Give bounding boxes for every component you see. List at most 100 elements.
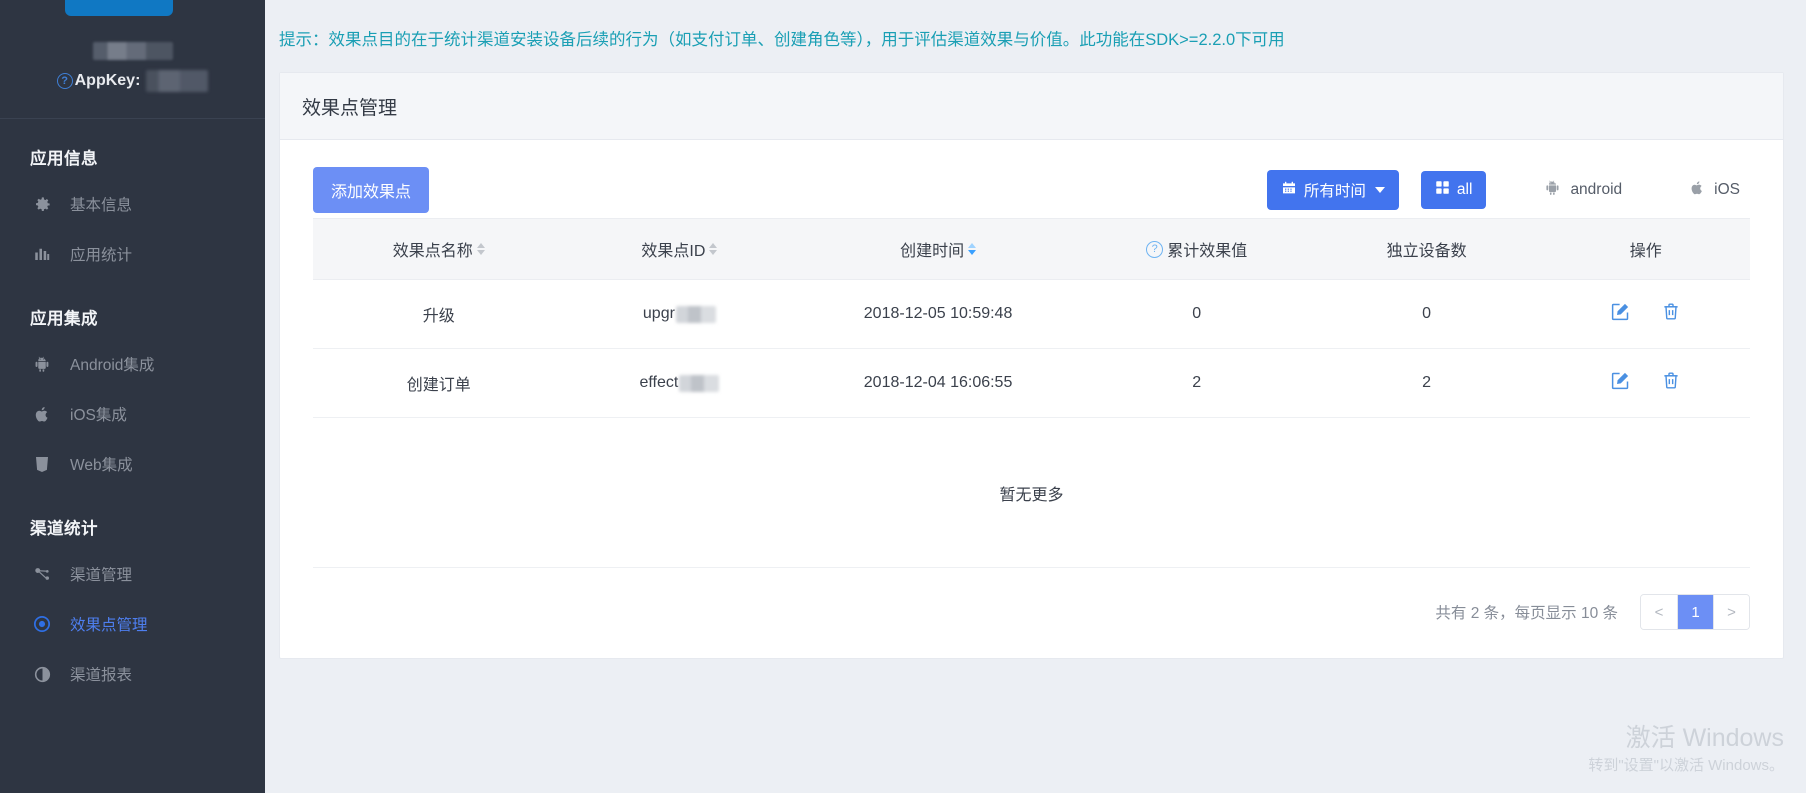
column-label: 效果点名称 [392,243,473,260]
sidebar-item-effect-point-management[interactable]: 效果点管理 [0,599,265,649]
cell-created: 2018-12-04 16:06:55 [794,348,1082,418]
column-header-id[interactable]: 效果点ID [564,218,795,280]
delete-icon[interactable] [1661,370,1681,391]
cell-id-redacted [675,305,716,323]
nav-group-title-app-info: 应用信息 [30,150,98,168]
column-label: 操作 [1629,243,1662,260]
apple-icon [1690,179,1705,202]
app-name-redacted [92,42,173,60]
contrast-icon [32,664,52,684]
column-header-effect-value: ? 累计效果值 [1081,218,1312,280]
effect-point-table: 效果点名称 效果点ID 创建时间 ? 累计效果值 独立设备数 操作 升级 upg… [313,218,1750,418]
sidebar-item-label: iOS集成 [70,407,127,424]
edit-icon[interactable] [1610,370,1631,391]
no-more-data-text: 暂无更多 [313,418,1750,568]
calendar-icon [1281,180,1297,201]
sidebar-item-label: Web集成 [70,457,133,474]
column-label: 创建时间 [900,243,965,260]
ios-platform-button[interactable]: iOS [1680,170,1750,211]
table-header-row: 效果点名称 效果点ID 创建时间 ? 累计效果值 独立设备数 操作 [313,218,1750,280]
card-body: 添加效果点 所有时间 all android iOS 效果点名称 效果点ID 创… [280,140,1783,658]
chevron-down-icon [1374,187,1385,193]
column-label: 累计效果值 [1167,243,1248,260]
cell-id: upgr [564,279,795,349]
app-meta-block: ? AppKey: [0,0,265,119]
table-row: 创建订单 effect 2018-12-04 16:06:55 2 2 [313,348,1750,418]
pagination: 共有 2 条，每页显示 10 条 < 1 > [313,568,1750,658]
android-platform-button[interactable]: android [1534,170,1632,210]
app-root: ? AppKey: 应用信息 基本信息 应用统计 应用集成 Android集成 [0,0,1806,793]
cell-id-prefix: effect [639,374,679,391]
help-circle-icon[interactable]: ? [1146,240,1164,258]
sidebar-item-label: 应用统计 [70,247,133,264]
cell-effect-value: 2 [1081,348,1312,418]
android-icon [32,354,52,374]
pagination-page-1[interactable]: 1 [1677,595,1713,629]
gear-icon [32,194,52,214]
column-label: 效果点ID [641,243,706,260]
delete-icon[interactable] [1661,301,1681,322]
toolbar-right-group: 所有时间 all android iOS [1266,170,1750,211]
card-title: 效果点管理 [280,73,1783,140]
html5-icon [32,454,52,474]
time-range-filter-button[interactable]: 所有时间 [1266,170,1399,210]
cell-unique-devices: 2 [1311,348,1542,418]
sort-toggle-icon[interactable] [968,243,977,255]
column-header-created[interactable]: 创建时间 [794,218,1082,280]
main-content: 提示：效果点目的在于统计渠道安装设备后续的行为（如支付订单、创建角色等），用于评… [265,0,1806,793]
all-platform-label: all [1456,181,1473,198]
ios-platform-label: iOS [1714,181,1740,198]
bar-chart-icon [32,244,52,264]
pagination-next-button[interactable]: > [1713,595,1749,629]
sidebar-item-web-integration[interactable]: Web集成 [0,439,265,489]
cell-actions [1541,279,1750,349]
cell-id-prefix: upgr [642,305,675,322]
cell-effect-value: 0 [1081,279,1312,349]
sidebar-item-basic-info[interactable]: 基本信息 [0,179,265,229]
help-circle-icon[interactable]: ? [56,73,73,89]
cell-id-redacted [679,374,720,392]
sort-toggle-icon[interactable] [709,243,718,255]
sidebar-item-app-stats[interactable]: 应用统计 [0,229,265,279]
column-label: 独立设备数 [1386,243,1467,260]
sidebar-item-channel-management[interactable]: 渠道管理 [0,549,265,599]
cell-actions [1541,348,1750,418]
cell-unique-devices: 0 [1311,279,1542,349]
nav-group-title-app-integration: 应用集成 [30,310,98,328]
android-platform-label: android [1570,181,1623,198]
sidebar-item-channel-report[interactable]: 渠道报表 [0,649,265,699]
pagination-summary: 共有 2 条，每页显示 10 条 [1435,605,1618,622]
channel-icon [32,564,52,584]
sidebar-item-label: 渠道报表 [70,667,133,684]
notice-banner: 提示：效果点目的在于统计渠道安装设备后续的行为（如支付订单、创建角色等），用于评… [279,31,1285,49]
cell-id: effect [564,348,795,418]
sidebar-item-ios-integration[interactable]: iOS集成 [0,389,265,439]
appkey-value-redacted [146,70,209,92]
watermark-title: 激活 Windows [1625,723,1784,752]
brand-button[interactable] [65,0,173,16]
cell-created: 2018-12-05 10:59:48 [794,279,1082,349]
appkey-label: AppKey: [74,72,141,89]
sort-toggle-icon[interactable] [476,243,485,255]
column-header-unique-devices: 独立设备数 [1311,218,1542,280]
table-row: 升级 upgr 2018-12-05 10:59:48 0 0 [313,279,1750,349]
all-platform-button[interactable]: all [1420,171,1487,209]
edit-icon[interactable] [1610,301,1631,322]
sidebar-item-label: 基本信息 [70,197,133,214]
nav-group-title-channel-stats: 渠道统计 [30,520,98,538]
windows-activation-watermark: 激活 Windows 转到"设置"以激活 Windows。 [1588,723,1784,775]
sidebar-item-label: Android集成 [70,357,155,374]
cell-name: 创建订单 [313,348,565,418]
sidebar-item-label: 渠道管理 [70,567,133,584]
grid-icon [1435,180,1450,200]
column-header-actions: 操作 [1541,218,1750,280]
sidebar-item-android-integration[interactable]: Android集成 [0,339,265,389]
apple-icon [32,404,52,424]
appkey-row: ? AppKey: [0,70,265,92]
column-header-name[interactable]: 效果点名称 [313,218,565,280]
sidebar: ? AppKey: 应用信息 基本信息 应用统计 应用集成 Android集成 [0,0,265,793]
pagination-prev-button[interactable]: < [1641,595,1677,629]
time-range-filter-label: 所有时间 [1303,183,1366,200]
sidebar-item-label: 效果点管理 [70,617,148,634]
add-effect-point-button[interactable]: 添加效果点 [313,167,430,213]
